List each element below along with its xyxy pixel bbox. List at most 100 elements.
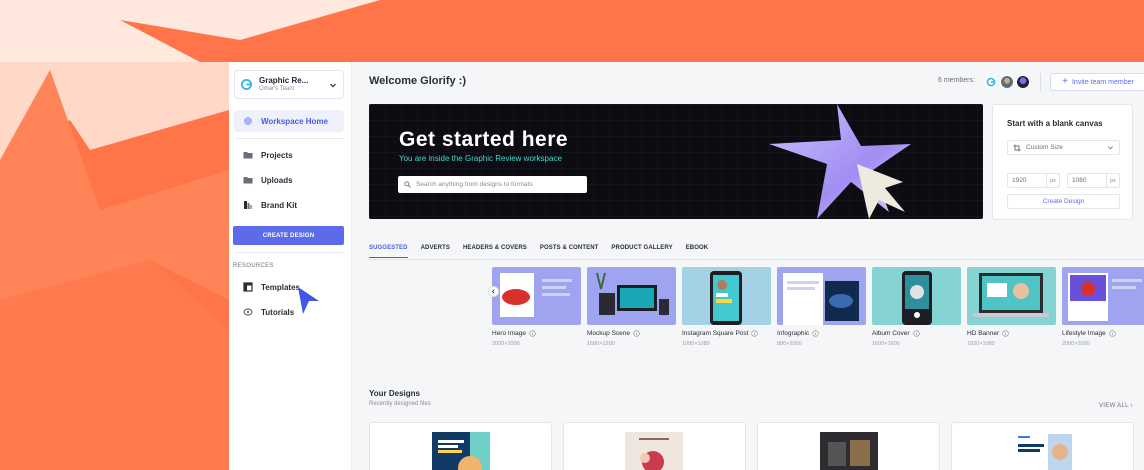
blank-canvas-card: Start with a blank canvas Custom Size 19… [992,104,1133,220]
hero-subtitle: You are inside the Graphic Review worksp… [399,154,562,163]
template-name: Hero Image [492,330,581,337]
template-card[interactable]: Album Cover 1600×1600 [872,267,961,347]
home-icon [244,117,252,125]
template-card[interactable]: HD Banner 1920×1080 [967,267,1056,347]
canvas-width-input[interactable]: 1920 px [1007,173,1060,188]
info-icon[interactable] [1108,330,1116,337]
width-unit: px [1046,174,1059,187]
resources-heading: RESOURCES [233,263,274,269]
create-design-button[interactable]: CREATE DESIGN [233,226,344,245]
template-size: 800×2000 [777,341,802,347]
template-size: 1920×1080 [967,341,995,347]
sidebar-item-workspace-home[interactable]: Workspace Home [234,110,344,132]
hero-search-input[interactable]: Search anything from designs to formats [398,176,587,193]
sidebar-item-label: Brand Kit [261,200,297,210]
template-thumbnail [967,267,1056,325]
template-name: HD Banner [967,330,1056,337]
sidebar-divider [234,138,344,139]
search-placeholder: Search anything from designs to formats [416,181,533,188]
tab-product-gallery[interactable]: PRODUCT GALLERY [611,245,672,258]
crop-icon [1013,144,1021,151]
mouse-cursor-icon [298,287,319,314]
sidebar-item-label: Workspace Home [261,116,328,126]
template-name-label: Infographic [777,330,810,337]
sidebar-item-label: Uploads [261,175,293,185]
tab-posts-content[interactable]: POSTS & CONTENT [540,245,599,258]
chevron-left-icon [491,289,495,294]
template-thumbnail [682,267,771,325]
canvas-size-value: Custom Size [1026,144,1063,151]
chevron-down-icon [1108,146,1113,150]
tab-ebook[interactable]: EBOOK [686,245,709,258]
template-name-label: Album Cover [872,330,910,337]
template-card[interactable]: Lifestyle Image 2000×2000 [1062,267,1144,347]
info-icon[interactable] [1002,330,1009,337]
template-name: Album Cover [872,330,961,337]
template-name-label: Instagram Square Post [682,330,749,337]
design-thumbnail [432,432,490,470]
team-owner: Omar's Team [259,85,295,92]
template-name-label: Mockup Scene [587,330,630,337]
template-name: Infographic [777,330,866,337]
info-icon[interactable] [912,330,920,337]
tab-suggested[interactable]: SUGGESTED [369,245,408,258]
avatar[interactable] [1000,75,1014,89]
invite-label: Invite team member [1071,78,1134,86]
tab-adverts[interactable]: ADVERTS [421,245,450,258]
design-thumbnail [625,432,683,470]
sidebar-item-tutorials[interactable]: Tutorials [234,301,344,323]
member-avatars [984,75,1032,89]
template-card[interactable]: Hero Image 2000×2000 [492,267,581,347]
star-illustration [769,104,911,219]
blank-canvas-title: Start with a blank canvas [1007,119,1103,128]
invite-team-member-button[interactable]: + Invite team member [1050,73,1144,91]
template-name-label: HD Banner [967,330,1000,337]
canvas-size-select[interactable]: Custom Size [1007,140,1120,155]
tabs-underline [369,259,1144,260]
member-avatar-logo[interactable] [984,75,998,89]
sidebar-item-uploads[interactable]: Uploads [234,169,344,191]
canvas-create-design-button[interactable]: Create Design [1007,194,1120,209]
template-name: Instagram Square Post [682,330,771,337]
template-card[interactable]: Mockup Scene 1680×1200 [587,267,676,347]
template-thumbnail [492,267,581,325]
info-icon[interactable] [633,330,640,337]
design-card[interactable] [369,422,552,470]
template-size: 1680×1200 [587,341,615,347]
template-card[interactable]: Instagram Square Post 1080×1080 [682,267,771,347]
tab-headers-covers[interactable]: HEADERS & COVERS [463,245,527,258]
view-all-label: VIEW ALL [1099,403,1129,409]
template-name-label: Lifestyle Image [1062,330,1106,337]
brand-kit-icon [244,201,252,209]
main-content: Welcome Glorify :) 6 members: + Invite t… [352,62,1144,470]
members-count: 6 members: [938,77,975,84]
folder-icon [243,152,253,159]
canvas-height-input[interactable]: 1080 px [1067,173,1120,188]
design-card[interactable] [951,422,1134,470]
design-card[interactable] [757,422,940,470]
template-name-label: Hero Image [492,330,526,337]
info-icon[interactable] [529,330,536,337]
sidebar-item-projects[interactable]: Projects [234,144,344,166]
design-card[interactable] [563,422,746,470]
team-switcher[interactable]: Graphic Re... Omar's Team [234,70,344,99]
sidebar-divider [234,252,344,253]
info-icon[interactable] [812,330,819,337]
avatar[interactable] [1016,75,1030,89]
app-window: Graphic Re... Omar's Team Workspace Home… [229,62,1144,470]
height-unit: px [1106,174,1119,187]
view-all-link[interactable]: VIEW ALL › [1099,403,1133,409]
info-icon[interactable] [751,330,759,337]
header-divider [1040,73,1041,91]
templates-icon [243,282,253,292]
team-name: Graphic Re... [259,76,309,86]
sidebar-item-label: Projects [261,150,293,160]
team-logo-icon [241,79,252,90]
sidebar-item-brand-kit[interactable]: Brand Kit [234,194,344,216]
chevron-down-icon [330,83,336,87]
template-card[interactable]: Infographic 800×2000 [777,267,866,347]
plus-icon: + [1062,76,1068,87]
template-name: Lifestyle Image [1062,330,1144,337]
sidebar-item-templates[interactable]: Templates [234,276,344,298]
carousel-prev-button[interactable] [488,286,499,297]
